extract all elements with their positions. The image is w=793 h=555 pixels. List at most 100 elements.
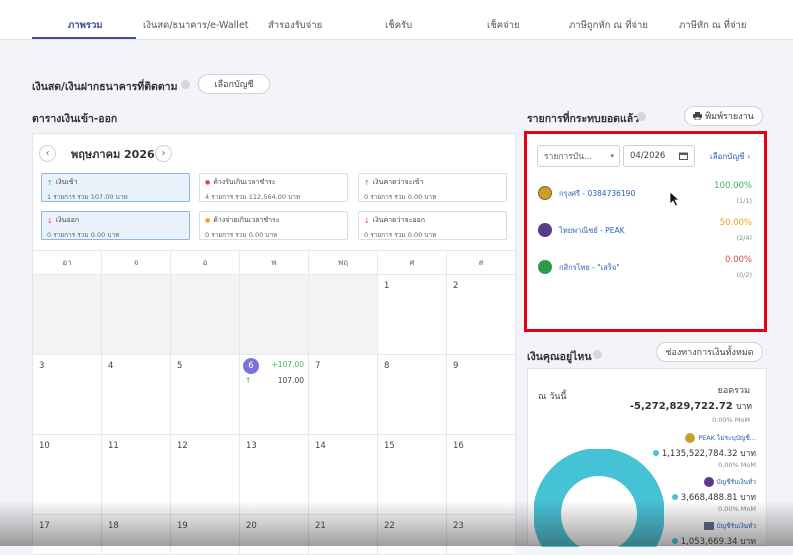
print-report-label: พิมพ์รายงาน	[705, 112, 754, 122]
tab-overview[interactable]: ภาพรวม	[68, 18, 103, 33]
account-row[interactable]: กสิกรไทย - "เสร็จ" 0.00% (0/2)	[538, 255, 758, 285]
weekday-header: พ	[240, 250, 309, 275]
calendar-day[interactable]: 13	[240, 435, 309, 515]
print-report-button[interactable]: พิมพ์รายงาน	[684, 106, 763, 126]
tab-cash-bank-ewallet[interactable]: เงินสด/ธนาคาร/e-Wallet	[143, 18, 249, 33]
stat-title: ค้างรับเกินเวลาชำระ	[213, 178, 276, 186]
calendar-day[interactable]: 1	[378, 275, 447, 355]
all-channels-button[interactable]: ช่องทางการเงินทั้งหมด	[656, 342, 763, 362]
legend-name: บัญชีรับเงินทั่ว	[716, 522, 756, 530]
calendar-day[interactable]: 9	[447, 355, 515, 435]
weekday-header: อ	[171, 250, 240, 275]
calendar-day[interactable]: 23	[447, 515, 515, 555]
bank-logo-icon	[538, 223, 552, 237]
calendar-day[interactable]: 16	[447, 435, 515, 515]
wallet-icon	[703, 522, 714, 530]
weekday-header: ส	[447, 250, 515, 275]
stat-title: เงินคาดว่าจะออก	[372, 216, 425, 224]
day-transaction-amount[interactable]: 107.00	[278, 376, 304, 385]
info-icon[interactable]	[637, 112, 646, 121]
calendar-day[interactable]: 2	[447, 275, 515, 355]
calendar-day[interactable]: 22	[378, 515, 447, 555]
active-tab-indicator	[32, 37, 136, 39]
tab-wht-deducted[interactable]: ภาษีถูกหัก ณ ที่จ่าย	[569, 18, 648, 33]
status-dot-icon: ●	[205, 217, 211, 224]
stat-cash-in[interactable]: ↑ เงินเข้า 1 รายการ รวม 107.00 บาท	[41, 173, 190, 202]
calendar-day[interactable]: 19	[171, 515, 240, 555]
cashflow-title: ตารางเงินเข้า-ออก	[32, 113, 118, 125]
bank-logo-icon	[703, 477, 714, 487]
status-dot-icon: ●	[205, 179, 211, 186]
prev-month-button[interactable]: ‹	[39, 145, 56, 162]
stat-summary: 4 รายการ รวม 112,564.00 บาท	[205, 193, 301, 201]
info-icon[interactable]	[181, 80, 190, 89]
arrow-down-icon: ↓	[364, 216, 370, 225]
legend-mom: 0.00% MoM	[718, 461, 756, 469]
calendar-day[interactable]: 17	[33, 515, 102, 555]
stat-overdue-receivable[interactable]: ● ค้างรับเกินเวลาชำระ 4 รายการ รวม 112,56…	[199, 173, 348, 202]
account-name: ไทยพาณิชย์ - PEAK	[559, 226, 625, 235]
calendar-icon	[679, 152, 688, 160]
calendar-day[interactable]: 14	[309, 435, 378, 515]
calendar-day[interactable]: 15	[378, 435, 447, 515]
calendar-day[interactable]: 3	[33, 355, 102, 435]
balance-donut-chart	[534, 449, 664, 547]
calendar-day[interactable]: 12	[171, 435, 240, 515]
top-tab-bar: ภาพรวม เงินสด/ธนาคาร/e-Wallet สำรองรับจ่…	[0, 0, 793, 40]
calendar-day[interactable]: 8	[378, 355, 447, 435]
legend-dot	[653, 450, 660, 456]
month-label: พฤษภาคม 2026	[71, 148, 155, 161]
mouse-cursor-icon	[669, 191, 681, 207]
reconciled-percent: 0.00%	[724, 255, 752, 265]
calendar-day[interactable]: 7	[309, 355, 378, 435]
calendar-day[interactable]: 11	[102, 435, 171, 515]
tab-cheque-received[interactable]: เช็ครับ	[385, 18, 412, 33]
legend-value: 1,135,522,784.32	[661, 449, 738, 459]
tab-petty-cash[interactable]: สำรองรับจ่าย	[268, 18, 322, 33]
reconciled-count: (2/4)	[736, 234, 752, 242]
chevron-down-icon: ▾	[610, 152, 614, 160]
stat-title: เงินออก	[55, 216, 80, 224]
as-of-label: ณ วันนี้	[538, 392, 567, 402]
stat-expected-out[interactable]: ↓ เงินคาดว่าจะออก 0 รายการ รวม 0.00 บาท	[358, 211, 507, 240]
reconciled-percent: 100.00%	[714, 181, 752, 191]
period-picker[interactable]: 04/2026	[623, 145, 695, 167]
cashflow-calendar: ‹ พฤษภาคม 2026 › ↑ เงินเข้า 1 รายการ รวม …	[32, 133, 516, 555]
calendar-day-empty	[102, 275, 171, 355]
arrow-down-icon: ↓	[47, 216, 53, 225]
legend-item[interactable]: บัญชีรับเงินทั่ว 1,053,669.34 บาท	[672, 521, 756, 548]
tab-wht-withheld[interactable]: ภาษีหัก ณ ที่จ่าย	[679, 18, 746, 33]
calendar-day[interactable]: 10	[33, 435, 102, 515]
bank-logo-icon	[538, 260, 552, 274]
calendar-day[interactable]: 21	[309, 515, 378, 555]
today-marker: 6	[243, 358, 259, 374]
calendar-day[interactable]: 5	[171, 355, 240, 435]
stat-expected-in[interactable]: ↑ เงินคาดว่าจะเข้า 0 รายการ รวม 0.00 บาท	[358, 173, 507, 202]
tab-cheque-paid[interactable]: เช็คจ่าย	[487, 18, 520, 33]
bank-logo-icon	[538, 186, 552, 200]
calendar-day[interactable]: 4	[102, 355, 171, 435]
stat-title: ค้างจ่ายเกินเวลาชำระ	[213, 216, 280, 224]
where-money-title: เงินคุณอยู่ไหน	[527, 351, 592, 363]
info-icon[interactable]	[593, 350, 602, 359]
stat-overdue-payable[interactable]: ● ค้างจ่ายเกินเวลาชำระ 0 รายการ รวม 0.00 …	[199, 211, 348, 240]
stat-cash-out[interactable]: ↓ เงินออก 0 รายการ รวม 0.00 บาท	[41, 211, 190, 240]
choose-account-link[interactable]: เลือกบัญชี ›	[710, 150, 750, 163]
record-type-select[interactable]: รายการบัน... ▾	[537, 145, 620, 167]
account-row[interactable]: ไทยพาณิชย์ - PEAK 50.00% (2/4)	[538, 218, 758, 248]
legend-name: PEAK ไม่ระบุบัญชี...	[698, 434, 756, 442]
reconciled-count: (0/2)	[736, 271, 752, 279]
choose-account-button[interactable]: เลือกบัญชี	[198, 74, 270, 94]
account-row[interactable]: กรุงศรี - 0384736190 100.00% (1/1)	[538, 181, 758, 211]
calendar-day-today[interactable]: 6 +107.00 ↑ 107.00	[240, 355, 309, 435]
calendar-day-empty	[171, 275, 240, 355]
calendar-day[interactable]: 18	[102, 515, 171, 555]
legend-item[interactable]: บัญชีรับเงินทั่ว 3,668,488.81 บาท 0.00% …	[672, 477, 756, 513]
legend-item[interactable]: PEAK ไม่ระบุบัญชี... 1,135,522,784.32 บา…	[653, 433, 756, 469]
legend-dot	[672, 538, 679, 544]
next-month-button[interactable]: ›	[155, 145, 172, 162]
calendar-day[interactable]: 20	[240, 515, 309, 555]
where-money-panel: ยอดรวม ณ วันนี้ -5,272,829,722.72 บาท 0.…	[527, 368, 767, 548]
total-mom: 0.00% MoM	[712, 416, 750, 424]
stat-summary: 0 รายการ รวม 0.00 บาท	[205, 231, 278, 239]
